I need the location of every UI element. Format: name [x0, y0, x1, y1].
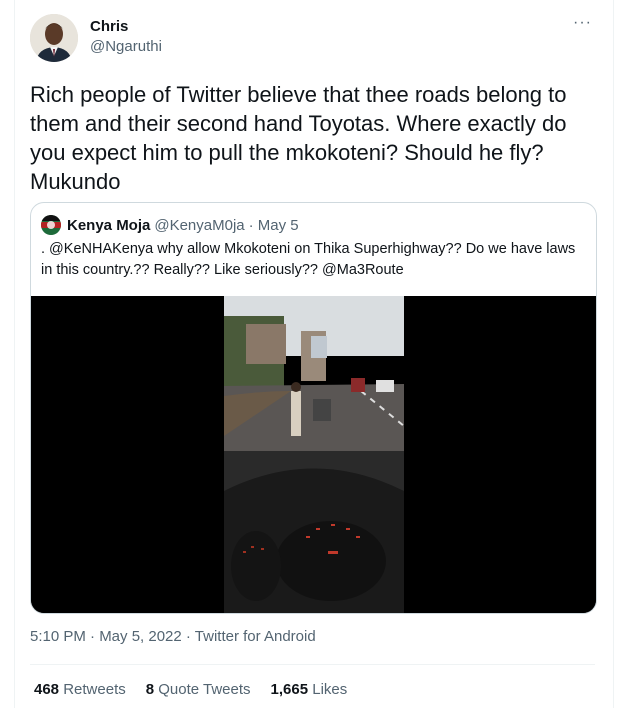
quote-tweets-label: Quote Tweets [158, 681, 251, 698]
likes-count: 1,665 [270, 681, 309, 698]
quoted-tweet-date: · May 5 [248, 216, 299, 234]
quote-tweets-stat[interactable]: 8 Quote Tweets [146, 681, 251, 698]
author-avatar[interactable] [30, 14, 78, 62]
engagement-stats: 468 Retweets 8 Quote Tweets 1,665 Likes [34, 681, 347, 698]
likes-label: Likes [312, 681, 348, 698]
tweet-timestamp[interactable]: 5:10 PM · May 5, 2022 · Twitter for Andr… [30, 628, 316, 645]
video-frame [31, 296, 596, 613]
quoted-author-name: Kenya Moja [67, 216, 151, 234]
divider [30, 664, 595, 665]
quoted-tweet-text: . @KeNHAKenya why allow Mkokoteni on Thi… [41, 241, 576, 278]
quoted-tweet[interactable]: Kenya Moja @KenyaM0ja · May 5 . @KeNHAKe… [30, 202, 597, 614]
retweets-stat[interactable]: 468 Retweets [34, 681, 126, 698]
author-name[interactable]: Chris [90, 17, 162, 37]
author-handle[interactable]: @Ngaruthi [90, 37, 162, 57]
quoted-author-avatar [41, 215, 61, 235]
quote-tweets-count: 8 [145, 681, 155, 698]
more-options-icon[interactable]: ··· [573, 14, 592, 32]
retweets-count: 468 [34, 681, 60, 698]
video-player[interactable] [31, 296, 596, 613]
quoted-author-handle: @KenyaM0ja [154, 216, 245, 234]
author-info: Chris @Ngaruthi [90, 17, 162, 57]
quoted-tweet-header: Kenya Moja @KenyaM0ja · May 5 [41, 215, 299, 235]
likes-stat[interactable]: 1,665 Likes [271, 681, 348, 698]
tweet-text: Rich people of Twitter believe that thee… [30, 82, 567, 194]
retweets-label: Retweets [63, 681, 126, 698]
